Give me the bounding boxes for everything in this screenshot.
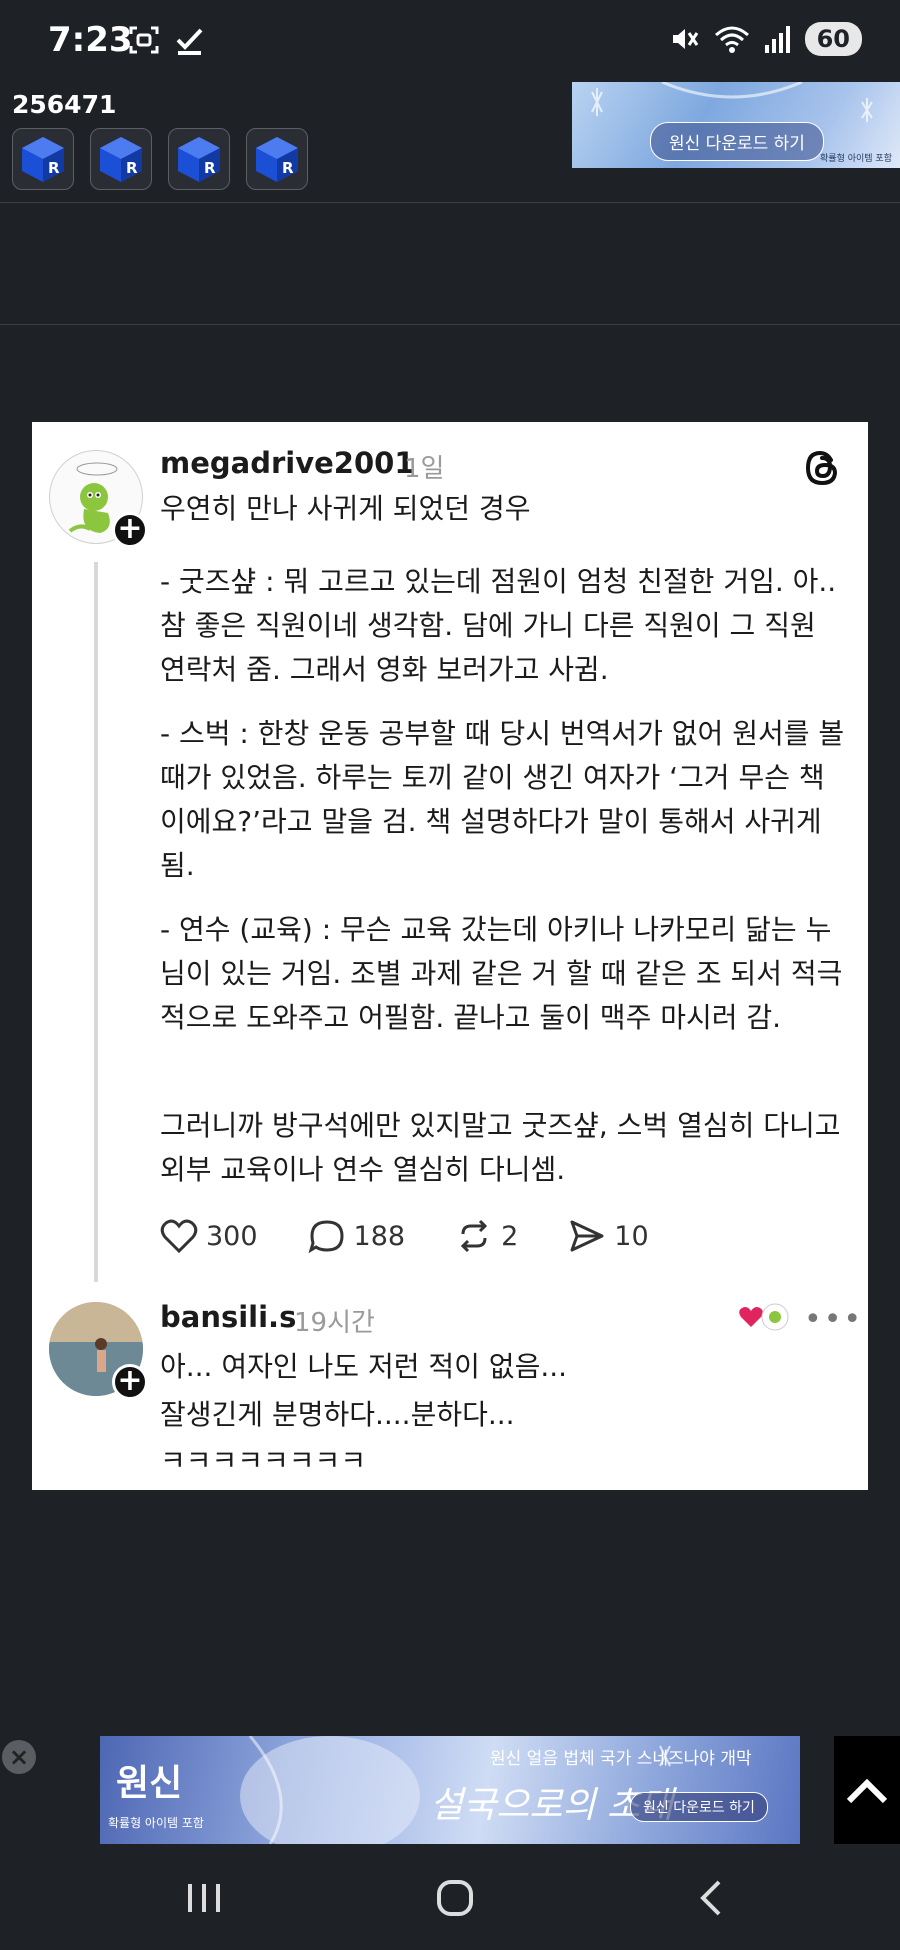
mute-icon (672, 29, 698, 49)
repost-button[interactable]: 2 (455, 1218, 518, 1254)
post-title: 우연히 만나 사귀게 되었던 경우 (160, 492, 531, 525)
svg-text:R: R (126, 159, 138, 177)
ad-sub: 확률형 아이템 포함 (108, 1816, 204, 1830)
battery-icon: 60 (804, 22, 862, 56)
screenshot-icon (129, 26, 159, 54)
chevron-up-icon (846, 1778, 888, 1804)
svg-text:R: R (48, 159, 60, 177)
repost-count: 2 (501, 1220, 519, 1252)
share-button[interactable]: 10 (568, 1218, 649, 1254)
status-time: 7:23 (48, 20, 133, 60)
comment-count: 188 (353, 1220, 406, 1252)
home-icon (437, 1880, 473, 1916)
like-count: 300 (206, 1220, 258, 1252)
more-options-icon[interactable]: ••• (804, 1302, 863, 1337)
threads-logo-icon (805, 450, 838, 486)
post-paragraph: 그러니까 방구석에만 있지말고 굿즈샾, 스벅 열심히 다니고 외부 교육이나 … (160, 1109, 841, 1186)
send-icon (570, 1220, 604, 1252)
status-bar: 7:23 60 (0, 0, 900, 82)
reply-time: 19시간 (294, 1308, 375, 1338)
check-icon (176, 28, 203, 55)
ad-download-button[interactable]: 원신 다운로드 하기 (630, 1792, 768, 1822)
follow-plus-button[interactable]: + (112, 512, 148, 548)
scroll-top-button[interactable] (834, 1736, 900, 1844)
ad-headline: 원신 얼음 법체 국가 스네즈나야 개막 (490, 1749, 752, 1769)
home-button[interactable] (430, 1874, 480, 1922)
blue-cube-icon: R (256, 137, 298, 182)
post-actions: 300 188 2 10 (160, 1218, 699, 1254)
badge-item[interactable]: R (90, 128, 152, 190)
top-ad-banner[interactable]: 원신 다운로드 하기 확률형 아이템 포함 (572, 82, 900, 168)
recent-apps-icon (188, 1884, 220, 1912)
repost-icon (460, 1219, 488, 1253)
badge-item[interactable]: R (246, 128, 308, 190)
ad-logo: 원신 (116, 1762, 183, 1804)
blue-cube-icon: R (22, 137, 64, 182)
author-mini-avatar-icon (761, 1303, 789, 1331)
android-nav-bar (0, 1844, 900, 1950)
divider (0, 202, 900, 203)
reply-text: 아... 여자인 나도 저런 적이 없음... (160, 1350, 568, 1383)
wifi-icon (714, 26, 749, 53)
svg-text:R: R (204, 159, 216, 177)
thread-line (94, 562, 98, 1282)
bottom-ad-banner[interactable]: 원신 확률형 아이템 포함 원신 얼음 법체 국가 스네즈나야 개막 설국으로의… (100, 1736, 800, 1844)
download-button[interactable]: 원신 다운로드 하기 (650, 122, 824, 161)
signal-icon (764, 26, 790, 53)
badge-item[interactable]: R (12, 128, 74, 190)
reply-username[interactable]: bansili.s (160, 1300, 296, 1334)
badge-item[interactable]: R (168, 128, 230, 190)
status-icons-left (128, 24, 206, 56)
post-paragraph: - 스벅 : 한창 운동 공부할 때 당시 번역서가 없어 원서를 볼 때가 있… (160, 717, 845, 882)
share-count: 10 (614, 1220, 649, 1252)
threads-post-card: + megadrive2001 1일 우연히 만나 사귀게 되었던 경우 - 굿… (32, 422, 868, 1490)
divider (0, 324, 900, 325)
post-paragraph: - 연수 (교육) : 무슨 교육 갔는데 아키나 나카모리 닮는 누님이 있는… (160, 913, 843, 1034)
user-id: 256471 (12, 90, 117, 119)
comment-icon (308, 1220, 344, 1254)
post-paragraph: - 굿즈샾 : 뭐 고르고 있는데 점원이 엄청 친절한 거임. 아.. 참 좋… (160, 565, 837, 686)
post-time: 1일 (404, 454, 445, 484)
reply-text: ㅋㅋㅋㅋㅋㅋㅋㅋ (160, 1444, 367, 1477)
ad-fine-print: 확률형 아이템 포함 (820, 154, 892, 164)
comment-button[interactable]: 188 (308, 1218, 406, 1254)
status-icons-right: 60 (669, 22, 862, 56)
liked-by-author (738, 1302, 790, 1332)
svg-text:R: R (282, 159, 294, 177)
like-button[interactable]: 300 (160, 1218, 258, 1254)
heart-icon (160, 1219, 198, 1254)
close-ad-button[interactable]: × (2, 1740, 36, 1774)
recent-apps-button[interactable] (180, 1874, 228, 1922)
blue-cube-icon: R (100, 137, 142, 182)
post-username[interactable]: megadrive2001 (160, 446, 415, 480)
blue-cube-icon: R (178, 137, 220, 182)
badge-list: R R R R (12, 128, 308, 190)
reply-text: 잘생긴게 분명하다....분하다... (160, 1398, 515, 1431)
back-icon (700, 1880, 721, 1916)
follow-plus-button[interactable]: + (112, 1364, 148, 1400)
back-button[interactable] (686, 1874, 734, 1922)
